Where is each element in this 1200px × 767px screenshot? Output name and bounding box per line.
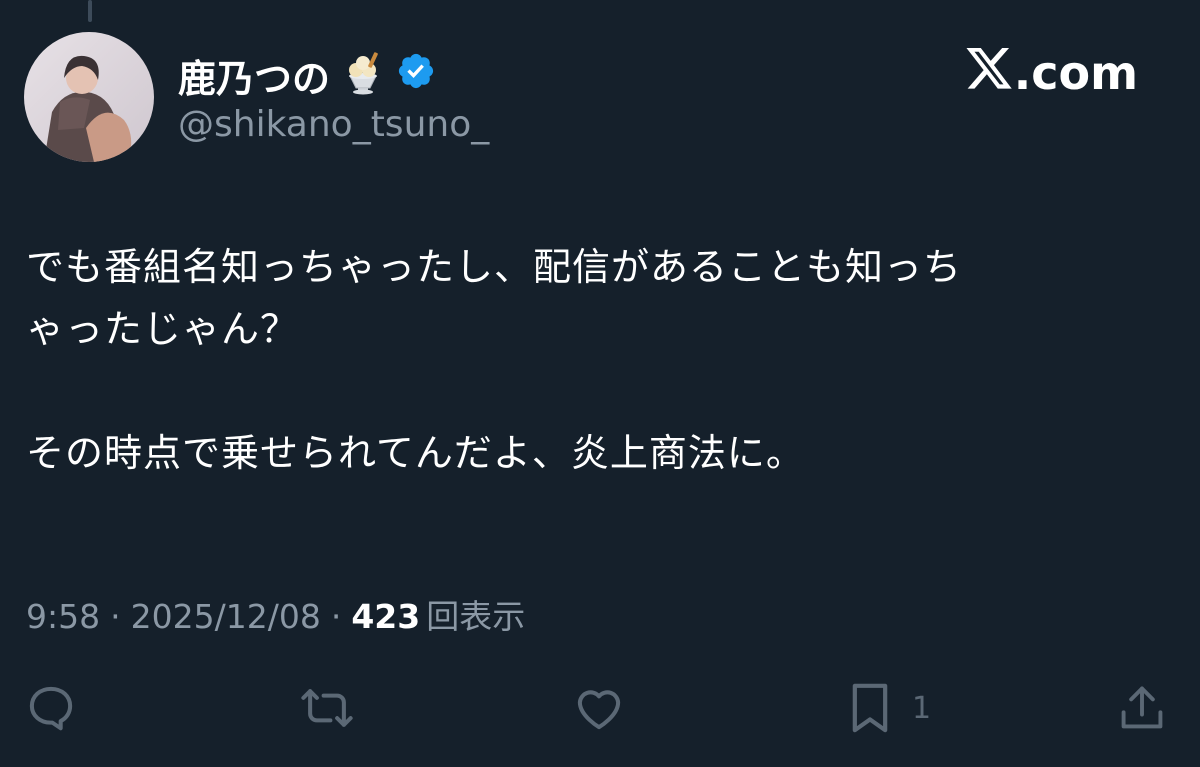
author-display-name-row[interactable]: 鹿乃つの <box>178 48 436 102</box>
views-count[interactable]: 423 <box>351 597 420 636</box>
like-icon <box>572 681 626 735</box>
bookmark-icon <box>846 680 894 736</box>
share-icon <box>1116 681 1168 735</box>
tweet-time[interactable]: 9:58 <box>26 597 100 636</box>
avatar[interactable] <box>24 32 154 162</box>
tweet-screenshot: 鹿乃つの @shikano_tsuno_ .com でも番組名知っちゃったし、配… <box>0 0 1200 767</box>
author-handle[interactable]: @shikano_tsuno_ <box>178 104 489 145</box>
retweet-button[interactable] <box>298 680 356 736</box>
bookmark-button[interactable]: 1 <box>846 680 931 736</box>
meta-separator: · <box>110 597 121 636</box>
bookmark-count: 1 <box>912 690 932 726</box>
reply-button[interactable] <box>24 680 78 736</box>
brand-watermark: .com <box>966 46 1138 100</box>
tweet-date[interactable]: 2025/12/08 <box>131 597 321 636</box>
like-button[interactable] <box>572 680 626 736</box>
x-logo-icon <box>966 46 1012 100</box>
tweet-text: でも番組名知っちゃったし、配信があることも知っち ゃったじゃん？ その時点で乗せ… <box>26 236 1156 484</box>
tweet-action-bar: 1 <box>0 680 1200 740</box>
brand-suffix: .com <box>1013 46 1138 100</box>
share-button[interactable] <box>1116 680 1168 736</box>
tweet-paragraph-2: その時点で乗せられてんだよ、炎上商法に。 <box>26 431 805 475</box>
ice-cream-parfait-icon <box>338 46 388 105</box>
reply-icon <box>24 681 78 735</box>
retweet-icon <box>298 681 356 735</box>
thread-connector-line <box>88 0 92 22</box>
views-label: 回表示 <box>426 597 526 636</box>
verified-icon <box>396 51 436 100</box>
tweet-meta: 9:58 · 2025/12/08 · 423 回表示 <box>26 590 525 638</box>
tweet-paragraph-1: でも番組名知っちゃったし、配信があることも知っち ゃったじゃん？ <box>26 245 963 351</box>
meta-separator: · <box>330 597 342 636</box>
author-display-name[interactable]: 鹿乃つの <box>178 48 330 103</box>
